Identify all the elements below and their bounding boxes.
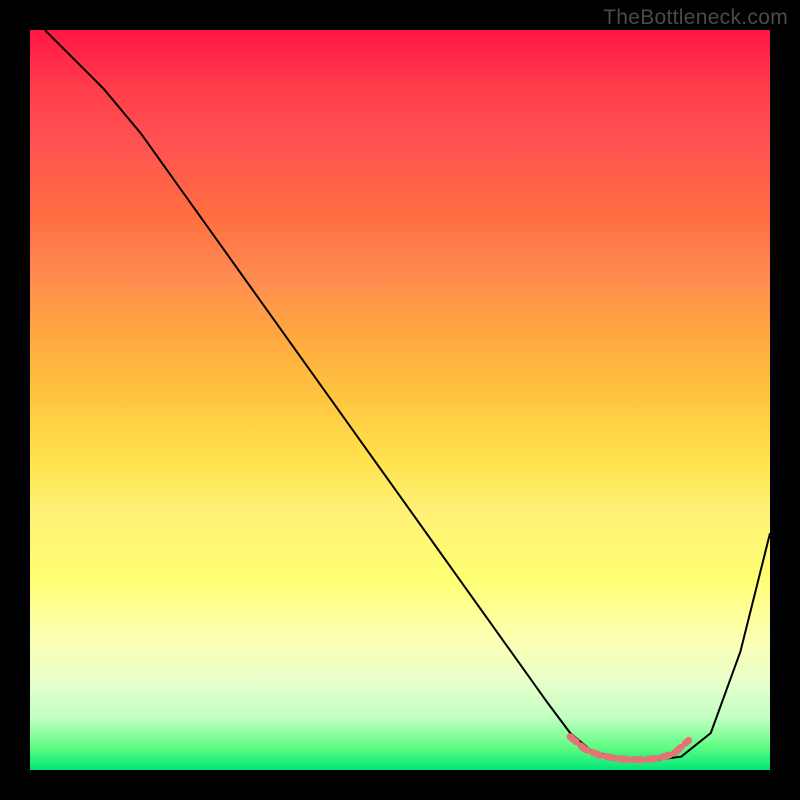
watermark-text: TheBottleneck.com [603,6,788,30]
chart-gradient-background [30,30,770,770]
